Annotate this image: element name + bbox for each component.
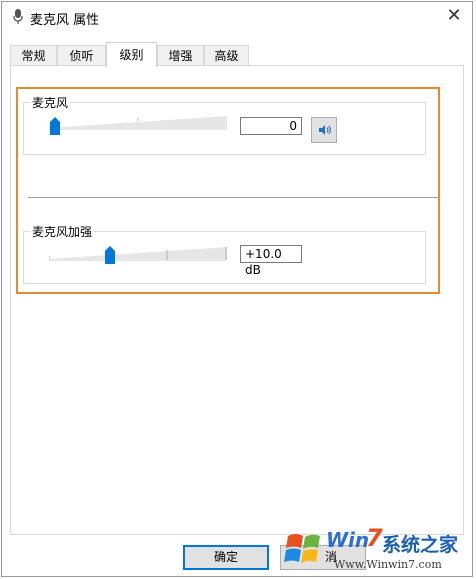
title-bar: 麦克风 属性 ✕ [2, 2, 472, 32]
site-watermark: Win 7 系统之家 Www.Winwin7.com [278, 520, 474, 578]
window-title: 麦克风 属性 [30, 13, 100, 28]
tab-listen[interactable]: 侦听 [57, 45, 106, 66]
tab-general[interactable]: 常规 [10, 45, 57, 66]
highlight-frame [16, 87, 440, 294]
microphone-icon [13, 9, 23, 24]
tab-levels[interactable]: 级别 [106, 42, 157, 67]
watermark-seven: 7 [366, 524, 383, 552]
properties-dialog: 麦克风 属性 ✕ 常规 侦听 级别 增强 高级 麦克风 0 麦克风加强 +10.… [1, 1, 473, 577]
ok-button[interactable]: 确定 [183, 545, 269, 570]
watermark-brand: 系统之家 [382, 534, 459, 556]
watermark-win: Win [326, 528, 370, 552]
tab-advanced[interactable]: 高级 [204, 45, 249, 66]
windows-logo-icon [284, 534, 320, 563]
watermark-url: Www.Winwin7.com [334, 558, 442, 571]
close-button[interactable]: ✕ [442, 5, 466, 27]
close-icon: ✕ [446, 5, 462, 26]
tab-enhancements[interactable]: 增强 [157, 45, 204, 66]
